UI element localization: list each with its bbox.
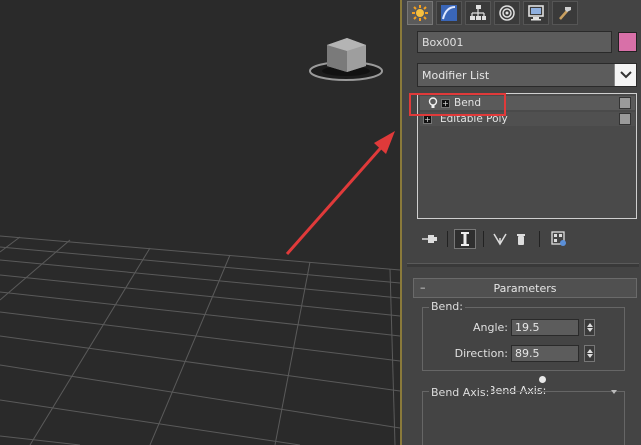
make-unique-button[interactable] bbox=[491, 229, 509, 249]
rollout-title: Parameters bbox=[493, 282, 557, 295]
display-icon bbox=[528, 5, 544, 21]
stack-item-checkbox[interactable] bbox=[619, 113, 631, 125]
stack-toolbar bbox=[417, 229, 637, 251]
command-panel-tabs bbox=[407, 0, 639, 26]
parameters-rollout-header[interactable]: – Parameters bbox=[413, 278, 637, 298]
spinner-up-icon[interactable] bbox=[587, 323, 593, 327]
object-color-swatch[interactable] bbox=[618, 32, 637, 52]
bend-axis-label: Bend Axis: bbox=[429, 386, 492, 399]
tab-motion[interactable] bbox=[494, 1, 520, 25]
angle-label: Angle: bbox=[472, 321, 508, 334]
spinner-down-icon[interactable] bbox=[587, 354, 593, 358]
bend-group: Bend: Angle: Direction: bbox=[422, 300, 625, 371]
home-grid bbox=[0, 235, 400, 445]
panel-divider bbox=[407, 263, 639, 267]
angle-spinner[interactable] bbox=[584, 319, 595, 336]
make-unique-icon bbox=[493, 233, 507, 246]
motion-icon bbox=[499, 5, 515, 21]
tab-utilities[interactable] bbox=[552, 1, 578, 25]
tab-display[interactable] bbox=[523, 1, 549, 25]
show-end-result-button[interactable] bbox=[454, 229, 476, 249]
pin-stack-button[interactable] bbox=[421, 229, 439, 249]
annotation-arrow bbox=[285, 131, 395, 255]
modify-icon bbox=[441, 5, 457, 21]
remove-modifier-icon bbox=[517, 234, 525, 245]
spinner-up-icon[interactable] bbox=[587, 349, 593, 353]
modifier-list-label: Modifier List bbox=[422, 69, 490, 82]
mouse-cursor-icon bbox=[539, 376, 546, 383]
show-end-result-icon bbox=[461, 232, 469, 246]
direction-field[interactable] bbox=[511, 345, 579, 362]
toolbar-separator bbox=[539, 231, 540, 247]
bend-group-label: Bend: bbox=[429, 300, 465, 313]
tab-hierarchy[interactable] bbox=[465, 1, 491, 25]
spinner-down-icon[interactable] bbox=[587, 328, 593, 332]
object-name-field[interactable] bbox=[417, 31, 612, 53]
direction-label: Direction: bbox=[454, 347, 508, 360]
tab-create[interactable] bbox=[407, 1, 433, 25]
perspective-viewport[interactable] bbox=[0, 0, 400, 445]
pin-stack-icon bbox=[422, 235, 437, 243]
annotation-highlight-box bbox=[409, 93, 506, 116]
modifier-list-dropdown[interactable]: Modifier List bbox=[417, 63, 637, 87]
configure-modifier-sets-icon bbox=[551, 231, 566, 246]
utilities-icon bbox=[559, 7, 571, 20]
stack-item-checkbox[interactable] bbox=[619, 97, 631, 109]
remove-modifier-button[interactable] bbox=[513, 229, 529, 249]
bend-axis-group: Bend Axis: bbox=[422, 386, 625, 445]
configure-modifier-sets-button[interactable] bbox=[550, 229, 568, 249]
chevron-down-icon bbox=[611, 390, 617, 394]
angle-field[interactable] bbox=[511, 319, 579, 336]
toolbar-separator bbox=[483, 231, 484, 247]
hierarchy-icon bbox=[470, 5, 486, 20]
toolbar-separator bbox=[447, 231, 448, 247]
direction-spinner[interactable] bbox=[584, 345, 595, 362]
command-panel: Modifier List + Bend + Editable Poly bbox=[400, 0, 641, 445]
max-workspace: Modifier List + Bend + Editable Poly bbox=[0, 0, 641, 445]
tab-modify[interactable] bbox=[436, 1, 462, 25]
viewport-scene bbox=[0, 38, 400, 445]
create-icon bbox=[412, 5, 428, 21]
chevron-down-icon[interactable] bbox=[614, 64, 636, 86]
box-object[interactable] bbox=[309, 38, 383, 81]
